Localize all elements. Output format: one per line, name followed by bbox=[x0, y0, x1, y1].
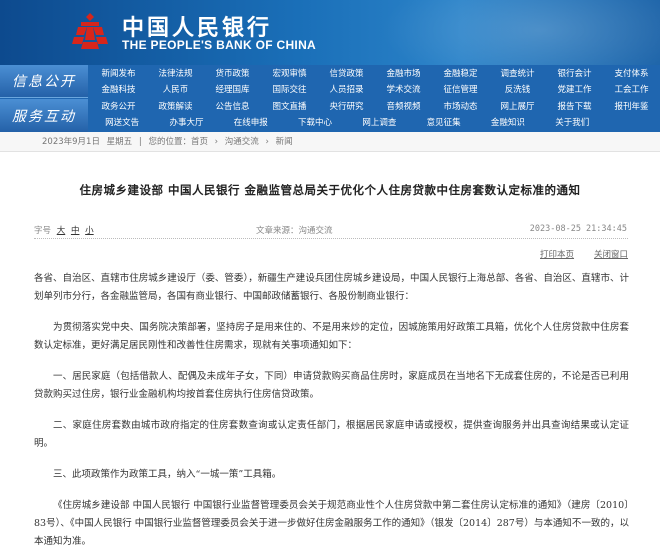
font-size-small[interactable]: 小 bbox=[85, 226, 94, 236]
article-source: 文章来源：沟通交流 bbox=[256, 226, 333, 236]
current-date: 2023年9月1日 bbox=[42, 137, 100, 147]
main-nav: 信息公开 服务互动 新闻发布 法律法规 货币政策 宏观审慎 信贷政策 金融市场 … bbox=[0, 65, 660, 132]
nav-item[interactable]: 报刊年鉴 bbox=[603, 99, 660, 115]
pboc-emblem-icon[interactable] bbox=[70, 10, 110, 52]
nav-item[interactable]: 网上展厅 bbox=[489, 99, 546, 115]
article-paragraph: 二、家庭住房套数由城市政府指定的住房套数查询或认定责任部门，根据居民家庭申请或授… bbox=[34, 420, 629, 449]
breadcrumb-level2[interactable]: 沟通交流 bbox=[225, 137, 259, 147]
nav-item[interactable]: 调查统计 bbox=[489, 66, 546, 82]
article-body: 各省、自治区、直辖市住房城乡建设厅（委、管委），新疆生产建设兵团住房城乡建设局，… bbox=[34, 270, 629, 545]
nav-item[interactable]: 市场动态 bbox=[432, 99, 489, 115]
nav-item[interactable]: 音频视频 bbox=[375, 99, 432, 115]
nav-item[interactable]: 支付体系 bbox=[603, 66, 660, 82]
nav-item[interactable]: 新闻发布 bbox=[90, 66, 147, 82]
article-paragraph: 为贯彻落实党中央、国务院决策部署，坚持房子是用来住的、不是用来炒的定位，因城施策… bbox=[34, 322, 629, 351]
breadcrumb-sep: › bbox=[214, 137, 219, 147]
print-page-link[interactable]: 打印本页 bbox=[540, 248, 574, 260]
nav-item[interactable]: 信贷政策 bbox=[318, 66, 375, 82]
nav-item[interactable]: 政务公开 bbox=[90, 99, 147, 115]
banner-glow bbox=[380, 0, 660, 65]
nav-section-service[interactable]: 服务互动 bbox=[0, 99, 88, 132]
nav-item[interactable]: 人民币 bbox=[147, 82, 204, 98]
current-weekday: 星期五 bbox=[106, 137, 133, 147]
nav-item[interactable]: 意见征集 bbox=[411, 115, 475, 131]
font-size-control: 字号 大 中 小 bbox=[34, 224, 94, 236]
nav-item[interactable]: 报告下载 bbox=[546, 99, 603, 115]
breadcrumb-level3[interactable]: 新闻 bbox=[276, 137, 293, 147]
nav-item[interactable]: 人员招录 bbox=[318, 82, 375, 98]
article-paragraph: 《住房城乡建设部 中国人民银行 中国银行业监督管理委员会关于规范商业性个人住房贷… bbox=[34, 500, 629, 545]
nav-item[interactable]: 公告信息 bbox=[204, 99, 261, 115]
nav-item[interactable]: 在线申报 bbox=[219, 115, 283, 131]
article-datetime: 2023-08-25 21:34:45 bbox=[529, 224, 627, 234]
divider bbox=[34, 238, 628, 239]
nav-item[interactable]: 银行会计 bbox=[546, 66, 603, 82]
nav-item[interactable]: 办事大厅 bbox=[154, 115, 218, 131]
close-window-link[interactable]: 关闭窗口 bbox=[594, 248, 628, 260]
nav-item[interactable]: 党建工作 bbox=[546, 82, 603, 98]
nav-item[interactable]: 网上调查 bbox=[347, 115, 411, 131]
nav-item[interactable]: 反洗钱 bbox=[489, 82, 546, 98]
article-paragraph: 一、居民家庭（包括借款人、配偶及未成年子女，下同）申请贷款购买商品住房时，家庭成… bbox=[34, 371, 629, 400]
nav-item[interactable]: 法律法规 bbox=[147, 66, 204, 82]
breadcrumb: 2023年9月1日 星期五 | 您的位置：首页 › 沟通交流 › 新闻 bbox=[0, 132, 660, 152]
breadcrumb-home[interactable]: 您的位置：首页 bbox=[148, 137, 208, 147]
article-title: 住房城乡建设部 中国人民银行 金融监管总局关于优化个人住房贷款中住房套数认定标准… bbox=[79, 183, 581, 197]
nav-item[interactable]: 网送文告 bbox=[90, 115, 154, 131]
nav-item[interactable]: 金融市场 bbox=[375, 66, 432, 82]
article-paragraph: 各省、自治区、直辖市住房城乡建设厅（委、管委），新疆生产建设兵团住房城乡建设局，… bbox=[34, 273, 629, 302]
font-size-label: 字号 bbox=[34, 226, 52, 236]
nav-item[interactable]: 经理国库 bbox=[204, 82, 261, 98]
font-size-large[interactable]: 大 bbox=[57, 226, 66, 236]
nav-item[interactable]: 下载中心 bbox=[283, 115, 347, 131]
nav-item[interactable]: 宏观审慎 bbox=[261, 66, 318, 82]
breadcrumb-sep: | bbox=[138, 137, 142, 147]
nav-item[interactable]: 征信管理 bbox=[432, 82, 489, 98]
nav-row-3: 政务公开 政策解读 公告信息 图文直播 央行研究 音频视频 市场动态 网上展厅 … bbox=[90, 99, 660, 115]
nav-item[interactable]: 金融稳定 bbox=[432, 66, 489, 82]
nav-item[interactable]: 货币政策 bbox=[204, 66, 261, 82]
nav-section-info[interactable]: 信息公开 bbox=[0, 65, 88, 98]
article-paragraph: 三、此项政策作为政策工具，纳入“一城一策”工具箱。 bbox=[53, 469, 282, 480]
nav-item[interactable]: 政策解读 bbox=[147, 99, 204, 115]
nav-item[interactable]: 央行研究 bbox=[318, 99, 375, 115]
nav-item[interactable]: 图文直播 bbox=[261, 99, 318, 115]
nav-item[interactable]: 金融科技 bbox=[90, 82, 147, 98]
article: 住房城乡建设部 中国人民银行 金融监管总局关于优化个人住房贷款中住房套数认定标准… bbox=[0, 152, 660, 545]
nav-item[interactable]: 国际交往 bbox=[261, 82, 318, 98]
nav-row-1: 新闻发布 法律法规 货币政策 宏观审慎 信贷政策 金融市场 金融稳定 调查统计 … bbox=[90, 66, 660, 82]
nav-item[interactable]: 金融知识 bbox=[476, 115, 540, 131]
nav-item[interactable]: 关于我们 bbox=[540, 115, 604, 131]
breadcrumb-sep: › bbox=[265, 137, 269, 147]
nav-row-2: 金融科技 人民币 经理国库 国际交往 人员招录 学术交流 征信管理 反洗钱 党建… bbox=[90, 82, 660, 98]
nav-item[interactable]: 工会工作 bbox=[603, 82, 660, 98]
brand-name-en: THE PEOPLE'S BANK OF CHINA bbox=[122, 38, 316, 52]
font-size-medium[interactable]: 中 bbox=[71, 226, 80, 236]
nav-item[interactable]: 学术交流 bbox=[375, 82, 432, 98]
nav-row-4: 网送文告 办事大厅 在线申报 下载中心 网上调查 意见征集 金融知识 关于我们 bbox=[90, 115, 589, 131]
site-banner: 中国人民银行 THE PEOPLE'S BANK OF CHINA bbox=[0, 0, 660, 65]
